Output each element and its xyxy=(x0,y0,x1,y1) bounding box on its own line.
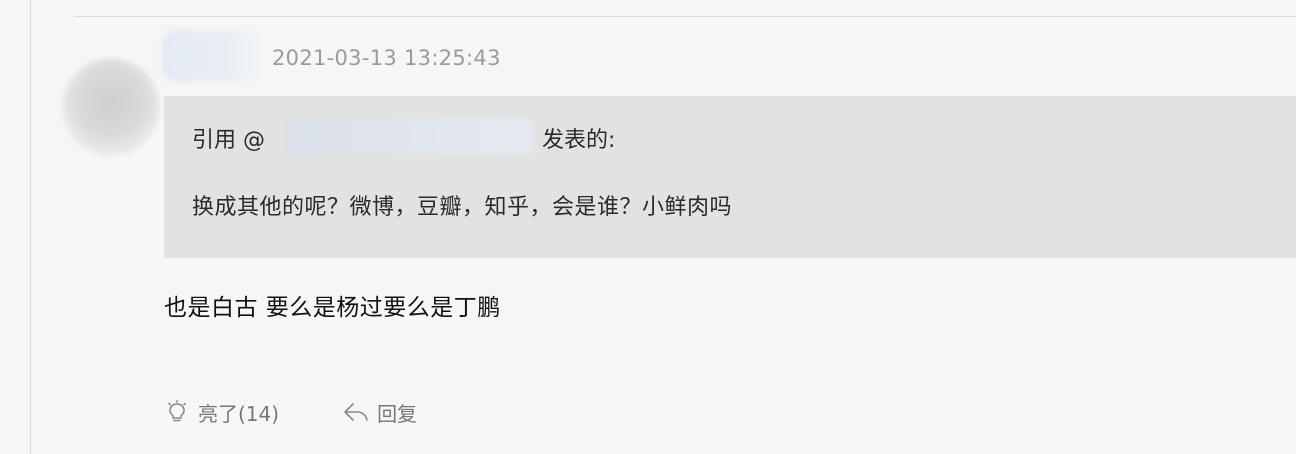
comment-text: 也是白古 要么是杨过要么是丁鹏 xyxy=(164,295,501,321)
like-count-label: 亮了(14) xyxy=(198,401,280,426)
top-divider xyxy=(74,16,1296,17)
lightbulb-icon xyxy=(164,399,190,425)
comment-page: 2021-03-13 13:25:43 引用 @ 发表的: 换成其他的呢？微博，… xyxy=(0,0,1296,454)
avatar[interactable] xyxy=(62,58,160,156)
left-divider xyxy=(30,0,31,454)
quote-block: 引用 @ 发表的: 换成其他的呢？微博，豆瓣，知乎，会是谁？小鲜肉吗 xyxy=(164,96,1296,258)
reply-button[interactable]: 回复 xyxy=(343,398,417,427)
post-timestamp: 2021-03-13 13:25:43 xyxy=(272,46,501,70)
reply-label: 回复 xyxy=(377,401,418,426)
quote-prefix: 引用 @ xyxy=(192,128,265,153)
comment-actions: 亮了(14) 回复 xyxy=(164,396,417,428)
reply-arrow-icon xyxy=(343,399,369,425)
quoted-text: 换成其他的呢？微博，豆瓣，知乎，会是谁？小鲜肉吗 xyxy=(192,195,733,220)
quote-suffix: 发表的: xyxy=(542,128,616,153)
quoted-username-redacted[interactable] xyxy=(284,118,534,154)
like-button[interactable]: 亮了(14) xyxy=(164,398,279,427)
username-redacted[interactable] xyxy=(162,30,258,82)
